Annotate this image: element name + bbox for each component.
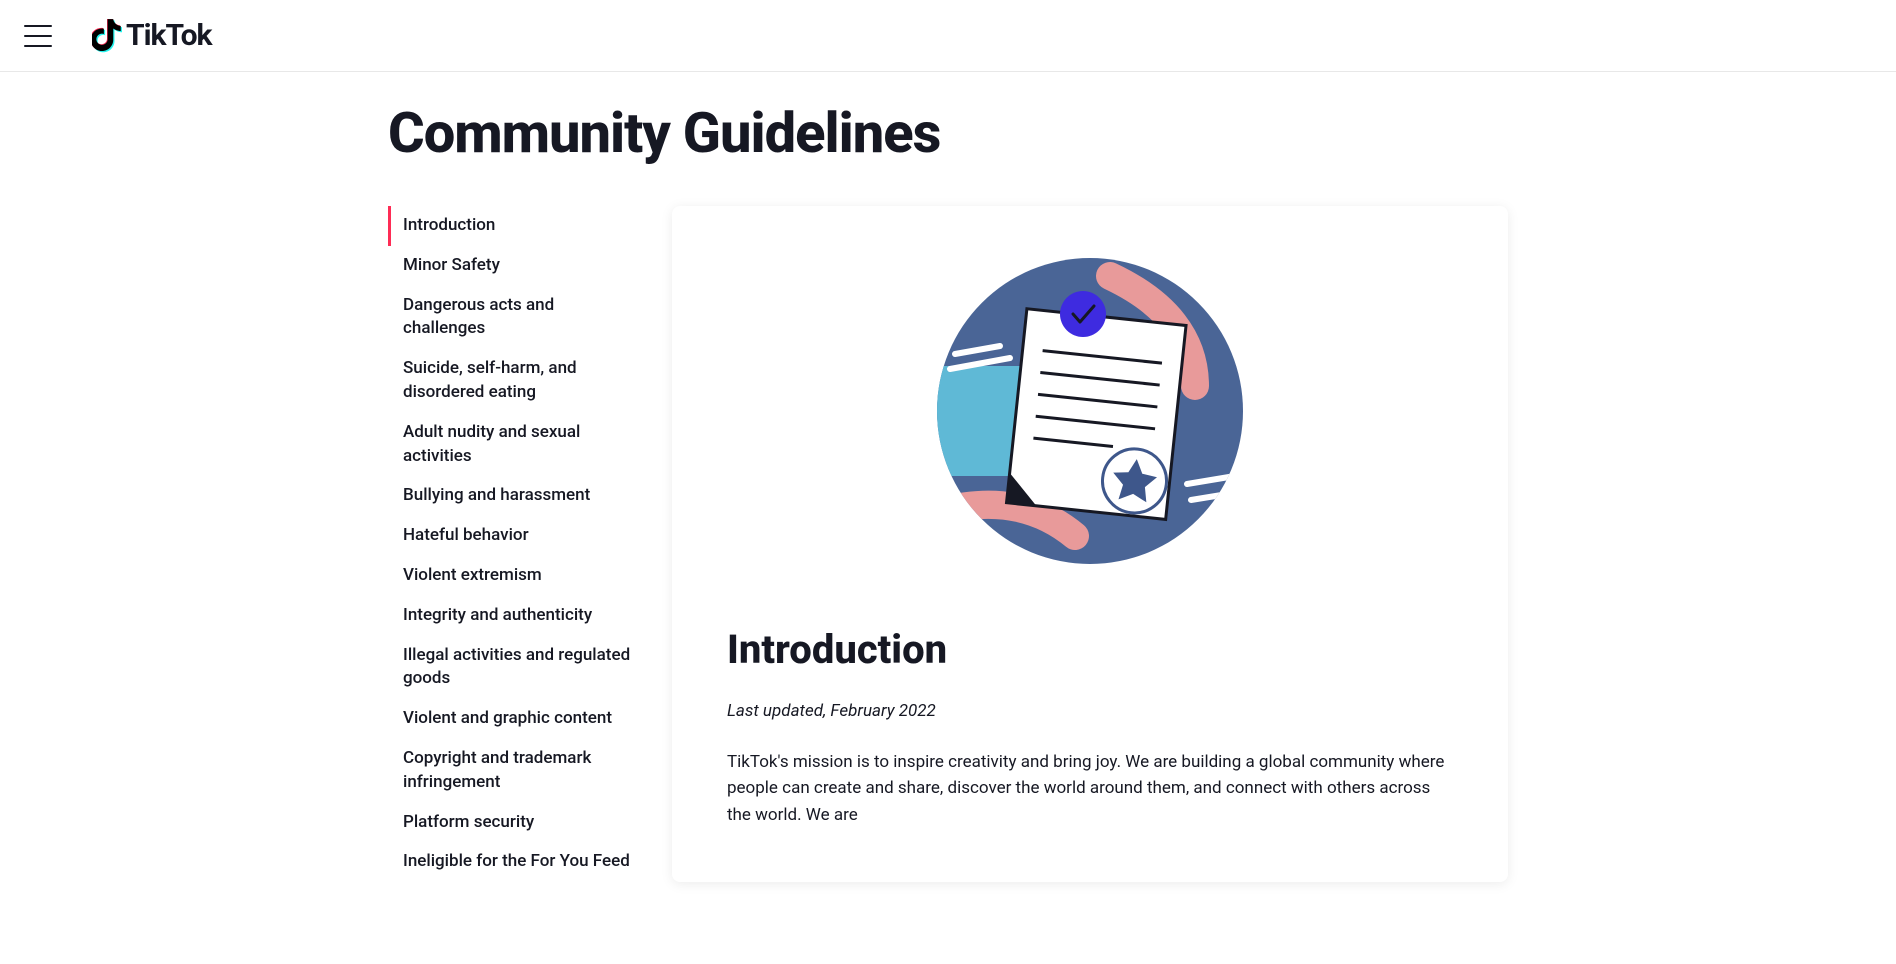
content-card: Introduction Last updated, February 2022… bbox=[672, 206, 1508, 882]
nav-item-copyright[interactable]: Copyright and trademark infringement bbox=[388, 739, 640, 803]
logo-text: TikTok bbox=[126, 18, 212, 53]
nav-item-illegal-activities[interactable]: Illegal activities and regulated goods bbox=[388, 636, 640, 700]
nav-item-dangerous-acts[interactable]: Dangerous acts and challenges bbox=[388, 286, 640, 350]
nav-item-ineligible-fyf[interactable]: Ineligible for the For You Feed bbox=[388, 842, 640, 882]
nav-item-violent-extremism[interactable]: Violent extremism bbox=[388, 556, 640, 596]
nav-item-hateful-behavior[interactable]: Hateful behavior bbox=[388, 516, 640, 556]
nav-item-integrity[interactable]: Integrity and authenticity bbox=[388, 596, 640, 636]
nav-item-suicide-self-harm[interactable]: Suicide, self-harm, and disordered eatin… bbox=[388, 349, 640, 413]
sidebar-nav: Introduction Minor Safety Dangerous acts… bbox=[388, 206, 640, 882]
nav-item-violent-graphic[interactable]: Violent and graphic content bbox=[388, 699, 640, 739]
nav-item-minor-safety[interactable]: Minor Safety bbox=[388, 246, 640, 286]
header: TikTok bbox=[0, 0, 1896, 72]
hamburger-menu-button[interactable] bbox=[24, 25, 52, 47]
intro-paragraph: TikTok's mission is to inspire creativit… bbox=[727, 749, 1453, 828]
nav-item-platform-security[interactable]: Platform security bbox=[388, 803, 640, 843]
logo[interactable]: TikTok bbox=[92, 18, 212, 53]
last-updated: Last updated, February 2022 bbox=[727, 701, 1453, 721]
document-illustration-icon bbox=[935, 256, 1245, 566]
nav-item-bullying[interactable]: Bullying and harassment bbox=[388, 476, 640, 516]
section-illustration bbox=[727, 256, 1453, 566]
nav-item-introduction[interactable]: Introduction bbox=[388, 206, 640, 246]
tiktok-icon bbox=[92, 19, 122, 53]
page-title: Community Guidelines bbox=[388, 100, 1508, 166]
nav-item-adult-nudity[interactable]: Adult nudity and sexual activities bbox=[388, 413, 640, 477]
section-heading: Introduction bbox=[727, 626, 1453, 673]
